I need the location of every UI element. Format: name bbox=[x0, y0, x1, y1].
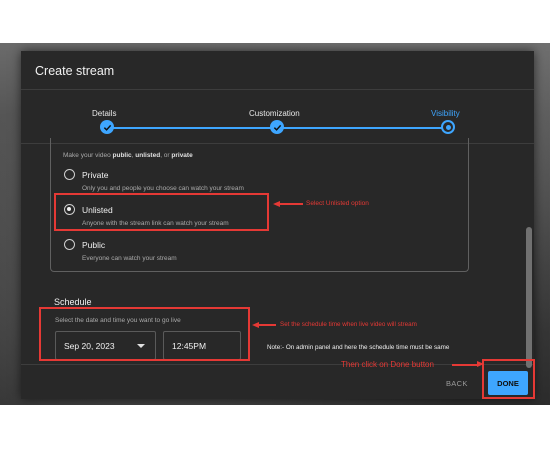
dialog-title: Create stream bbox=[35, 64, 115, 78]
option-public-description: Everyone can watch your stream bbox=[82, 255, 177, 262]
step-label-details: Details bbox=[92, 109, 117, 118]
schedule-arrow-line bbox=[258, 324, 276, 326]
option-private-title[interactable]: Private bbox=[82, 170, 108, 180]
unlisted-highlight-box bbox=[54, 193, 269, 231]
unlisted-arrow-line bbox=[279, 203, 303, 205]
step-visibility-current-icon[interactable] bbox=[441, 120, 455, 134]
schedule-title: Schedule bbox=[54, 297, 92, 307]
done-highlight-box bbox=[482, 359, 535, 399]
option-private-description: Only you and people you choose can watch… bbox=[82, 185, 244, 192]
step-customization-check-icon[interactable] bbox=[270, 120, 284, 134]
done-arrow-line bbox=[452, 364, 478, 366]
header-divider bbox=[21, 89, 534, 90]
annotation-unlisted-hint: Select Unlisted option bbox=[306, 200, 369, 207]
annotation-schedule-hint: Set the schedule time when live video wi… bbox=[280, 321, 417, 328]
visibility-intro: Make your video public, unlisted, or pri… bbox=[63, 152, 193, 159]
radio-private[interactable] bbox=[64, 169, 75, 180]
step-details-check-icon[interactable] bbox=[100, 120, 114, 134]
scrollbar-thumb[interactable] bbox=[526, 227, 532, 368]
step-label-visibility: Visibility bbox=[431, 109, 460, 118]
annotation-done-hint: Then click on Done button bbox=[341, 360, 434, 369]
annotation-note: Note:- On admin panel and here the sched… bbox=[267, 344, 450, 351]
schedule-highlight-box bbox=[39, 307, 250, 361]
option-public-title[interactable]: Public bbox=[82, 240, 105, 250]
radio-public[interactable] bbox=[64, 239, 75, 250]
step-label-customization: Customization bbox=[249, 109, 300, 118]
back-button[interactable]: BACK bbox=[446, 379, 468, 388]
